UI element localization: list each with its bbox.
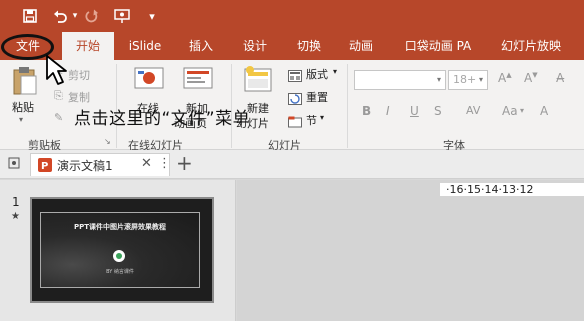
paste-dropdown-icon[interactable]: ▾ (19, 115, 23, 124)
document-tab-strip: P 演示文稿1 ✕ ⋮ + (0, 150, 584, 179)
copy-icon[interactable]: ⎘ (54, 89, 63, 103)
font-size-combobox[interactable]: 18+ ▾ (448, 70, 488, 90)
svg-text:P: P (41, 161, 48, 172)
italic-button[interactable]: I (386, 104, 390, 118)
close-tab-icon[interactable]: ✕ (141, 156, 152, 171)
reset-icon[interactable] (288, 90, 302, 109)
format-painter-icon[interactable]: ✎ (54, 111, 63, 124)
new-animation-page-icon[interactable] (183, 67, 213, 97)
tab-islide[interactable]: iSlide (123, 32, 167, 60)
font-name-dropdown-icon: ▾ (436, 75, 441, 84)
horizontal-ruler: ·16·15·14·13·12 (440, 183, 584, 196)
powerpoint-file-icon: P (38, 158, 52, 172)
layout-icon[interactable] (288, 67, 302, 86)
slide-thumbnail-title: PPT课件中图片滚屏效果教程 (73, 223, 167, 231)
online-template-icon[interactable] (134, 67, 164, 97)
change-case-button[interactable]: Aa (502, 104, 518, 118)
ribbon-tabs: 文件 开始 iSlide 插入 设计 切换 动画 口袋动画 PA 幻灯片放映 (0, 32, 584, 60)
change-case-dropdown-icon[interactable]: ▾ (520, 106, 524, 115)
slide-logo-icon (113, 250, 125, 262)
section-icon[interactable] (288, 113, 302, 132)
animation-star-icon: ★ (11, 211, 20, 222)
tab-transitions[interactable]: 切换 (290, 32, 328, 60)
new-tab-button[interactable]: + (176, 152, 193, 174)
strikethrough-button[interactable]: S (434, 104, 442, 118)
title-bar: ▾ ▾ (0, 0, 584, 32)
bold-button[interactable]: B (362, 104, 371, 118)
outline-toggle-icon[interactable] (8, 157, 20, 169)
save-icon[interactable] (20, 7, 40, 25)
font-size-dropdown-icon: ▾ (478, 75, 483, 84)
document-tab[interactable]: P 演示文稿1 ✕ ⋮ (30, 153, 171, 176)
redo-icon[interactable] (82, 7, 102, 25)
slide-thumbnail[interactable]: PPT课件中图片滚屏效果教程 BY 纳言课件 (30, 197, 214, 303)
customize-qat-icon[interactable]: ▾ (142, 7, 162, 25)
clear-format-icon[interactable]: A̶ (556, 71, 564, 85)
underline-button[interactable]: U (410, 104, 419, 118)
font-color-icon[interactable]: A (540, 104, 548, 118)
mouse-cursor-icon (46, 55, 67, 85)
tab-animations[interactable]: 动画 (342, 32, 380, 60)
decrease-font-icon[interactable]: A▼ (524, 71, 538, 85)
clipboard-launcher-icon[interactable]: ↘ (104, 137, 111, 146)
tab-insert[interactable]: 插入 (182, 32, 220, 60)
slide-thumbnail-subtitle: BY 纳言课件 (106, 269, 134, 275)
instruction-annotation: 点击这里的“文件”菜单 (74, 109, 251, 129)
clipboard-paste-icon[interactable] (12, 66, 38, 100)
font-size-value: 18+ (453, 73, 477, 86)
increase-font-icon[interactable]: A▲ (498, 71, 512, 85)
tab-design[interactable]: 设计 (236, 32, 274, 60)
tab-slideshow[interactable]: 幻灯片放映 (496, 32, 566, 60)
char-spacing-button[interactable]: AV (466, 104, 480, 117)
section-button[interactable]: 节 (306, 112, 317, 128)
group-separator (347, 64, 348, 148)
new-slide-button-line1[interactable]: 新建 (247, 100, 269, 116)
slide-editing-pane[interactable] (237, 180, 584, 321)
slide-thumbnail-content: PPT课件中图片滚屏效果教程 BY 纳言课件 (40, 212, 200, 288)
new-slide-icon[interactable] (244, 66, 274, 98)
document-tab-label: 演示文稿1 (57, 159, 113, 173)
font-name-combobox[interactable]: ▾ (354, 70, 446, 90)
present-from-start-icon[interactable] (112, 7, 132, 25)
copy-button[interactable]: 复制 (68, 89, 90, 105)
layout-button[interactable]: 版式 (306, 66, 328, 82)
reset-button[interactable]: 重置 (306, 89, 328, 105)
layout-dropdown-icon[interactable]: ▾ (333, 67, 337, 76)
more-options-icon[interactable]: ⋮ (158, 156, 171, 171)
paste-button[interactable]: 粘贴 (12, 99, 34, 115)
section-dropdown-icon[interactable]: ▾ (320, 113, 324, 122)
tab-pocket-animation[interactable]: 口袋动画 PA (398, 32, 478, 60)
slide-number: 1 (12, 195, 20, 209)
